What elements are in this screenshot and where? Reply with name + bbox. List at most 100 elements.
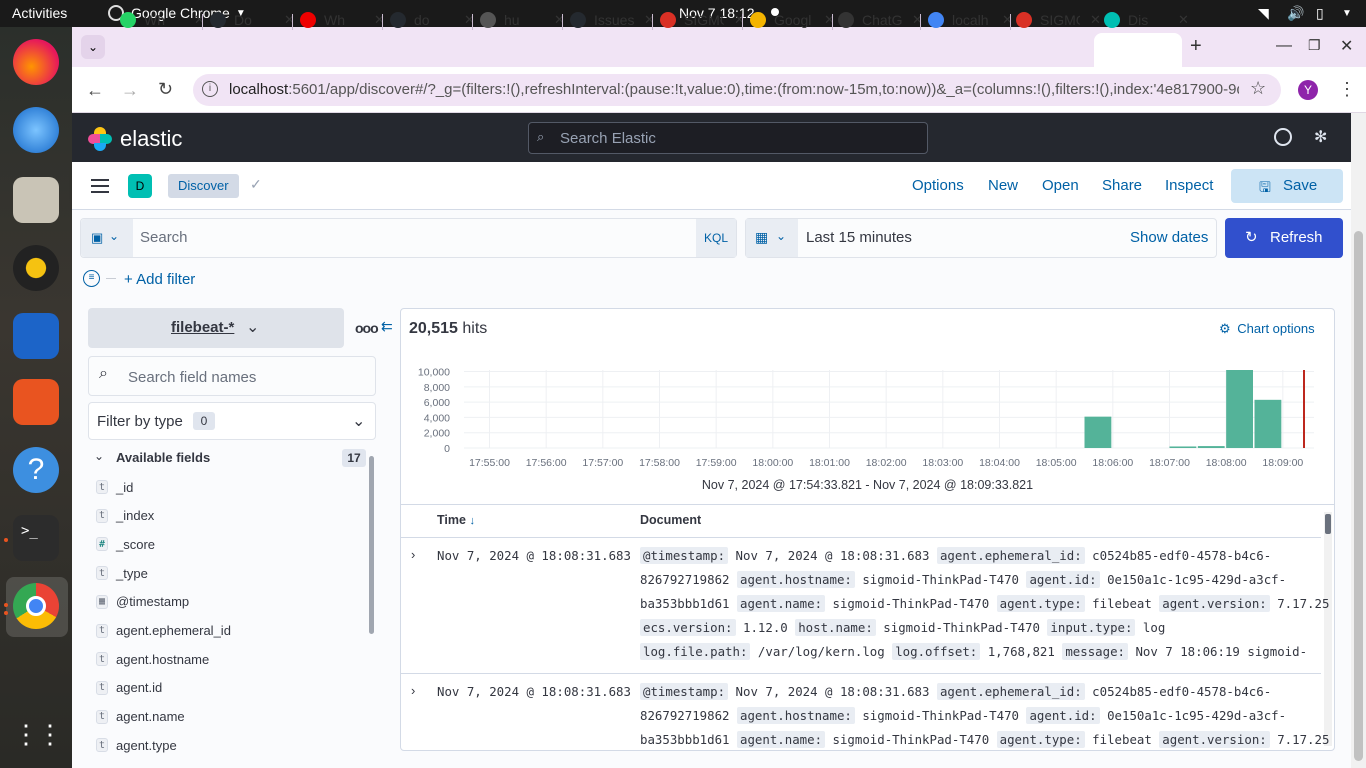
close-tab-icon[interactable]: ✕ <box>644 12 655 28</box>
kql-language-toggle[interactable]: KQL <box>696 219 736 257</box>
browser-tab[interactable]: Wh ✕ <box>300 6 385 34</box>
available-fields-heading[interactable]: Available fields <box>116 450 210 465</box>
field-list-item[interactable]: t _index <box>96 503 154 529</box>
hits-histogram[interactable]: 0 2,000 4,000 6,000 8,000 10,000 17:55:00 17:56… <box>400 355 1330 475</box>
close-tab-icon[interactable]: ✕ <box>554 12 565 28</box>
system-menu-caret-icon[interactable]: ▼ <box>1342 8 1352 19</box>
query-input[interactable]: Search <box>140 229 188 246</box>
field-list-item[interactable]: t agent.ephemeral_id <box>96 618 231 644</box>
field-list-item[interactable]: # _score <box>96 531 155 557</box>
browser-tab[interactable]: Wh ✕ <box>120 6 205 34</box>
saved-query-button[interactable]: ▣ ⌄ <box>81 219 133 257</box>
breadcrumb-discover[interactable]: Discover <box>168 174 239 198</box>
chrome-menu-icon[interactable]: ⋮ <box>1338 79 1356 100</box>
browser-tab[interactable]: hu ✕ <box>480 6 565 34</box>
collapse-sidebar-icon[interactable]: ⇇ <box>381 318 393 335</box>
browser-tab[interactable]: Do ✕ <box>210 6 295 34</box>
close-tab-icon[interactable]: ✕ <box>912 12 923 28</box>
files-icon[interactable] <box>13 177 59 223</box>
inspect-link[interactable]: Inspect <box>1165 177 1213 194</box>
activities-button[interactable]: Activities <box>12 5 67 21</box>
global-search-input[interactable]: ⌕ Search Elastic <box>528 122 928 154</box>
terminal-icon[interactable]: >_ <box>13 515 59 561</box>
chart-options-button[interactable]: ⚙ Chart options <box>1219 321 1315 337</box>
close-tab-icon[interactable]: ✕ <box>374 12 385 28</box>
chrome-icon[interactable] <box>13 583 59 629</box>
expand-row-icon[interactable]: › <box>411 547 415 562</box>
browser-tab[interactable]: ChatG ✕ <box>838 6 923 34</box>
new-link[interactable]: New <box>988 177 1018 194</box>
elastic-logo-icon[interactable] <box>88 127 112 151</box>
close-tab-icon[interactable]: ✕ <box>464 12 475 28</box>
forward-arrow-icon[interactable]: → <box>121 80 139 101</box>
minimize-window-icon[interactable]: — <box>1276 37 1292 55</box>
tab-search-chevron-icon[interactable]: ⌄ <box>81 35 105 59</box>
libreoffice-writer-icon[interactable] <box>13 313 59 359</box>
close-tab-icon[interactable]: ✕ <box>734 12 745 28</box>
wifi-icon[interactable]: ◥ <box>1258 5 1269 22</box>
index-pattern-selector[interactable]: filebeat-* ⌄ <box>88 308 344 348</box>
field-list-item[interactable]: t _id <box>96 474 133 500</box>
close-window-icon[interactable]: ✕ <box>1340 36 1353 56</box>
field-list-item[interactable]: t agent.name <box>96 704 185 730</box>
show-dates-link[interactable]: Show dates <box>1130 229 1208 246</box>
close-tab-icon[interactable]: ✕ <box>284 12 295 28</box>
column-header-time[interactable]: Time ↓ <box>437 513 475 527</box>
thunderbird-icon[interactable] <box>13 107 59 153</box>
maximize-window-icon[interactable]: ❐ <box>1308 37 1321 54</box>
field-list-item[interactable]: t _type <box>96 560 148 586</box>
newsfeed-icon[interactable]: ✻ <box>1314 127 1327 147</box>
chevron-down-icon[interactable]: ⌄ <box>94 449 104 463</box>
space-avatar[interactable]: D <box>128 174 152 198</box>
browser-tab[interactable]: Dis ✕ <box>1104 6 1189 34</box>
browser-tab[interactable]: do ✕ <box>390 6 475 34</box>
profile-avatar[interactable]: Y <box>1298 80 1318 100</box>
field-list-item[interactable]: t agent.hostname <box>96 646 209 672</box>
url-text[interactable]: localhost:5601/app/discover#/?_g=(filter… <box>229 81 1239 98</box>
browser-tab[interactable]: Issues ✕ <box>570 6 655 34</box>
new-tab-plus-icon[interactable]: + <box>1190 35 1202 58</box>
software-center-icon[interactable] <box>13 379 59 425</box>
close-tab-icon[interactable]: ✕ <box>1002 12 1013 28</box>
field-list-item[interactable]: t agent.type <box>96 732 177 758</box>
help-icon[interactable]: ? <box>13 447 59 493</box>
back-arrow-icon[interactable]: ← <box>86 80 104 101</box>
field-list-scrollbar[interactable] <box>369 456 374 634</box>
browser-tab[interactable]: localh ✕ <box>928 6 1013 34</box>
quick-menu-button[interactable]: ▦ ⌄ <box>746 219 798 257</box>
close-tab-icon[interactable]: ✕ <box>1090 12 1101 28</box>
more-options-icon[interactable]: ooo <box>355 320 379 336</box>
browser-tab[interactable]: SIGMO ✕ <box>1016 6 1101 34</box>
site-info-icon[interactable]: i <box>202 81 218 97</box>
browser-tab[interactable]: Googl ✕ <box>750 6 835 34</box>
help-lifebuoy-icon[interactable] <box>1274 128 1292 146</box>
bookmark-star-icon[interactable]: ☆ <box>1250 78 1266 99</box>
volume-icon[interactable]: 🔊 <box>1287 5 1304 22</box>
options-link[interactable]: Options <box>912 177 964 194</box>
page-scrollbar[interactable] <box>1351 113 1366 768</box>
sort-descending-icon[interactable]: ↓ <box>469 515 475 527</box>
field-list-item[interactable]: ▦ @timestamp <box>96 589 189 615</box>
close-tab-icon[interactable]: ✕ <box>194 12 205 28</box>
show-apps-icon[interactable]: ⋮⋮⋮ <box>13 711 87 757</box>
table-scrollbar[interactable] <box>1324 512 1332 746</box>
filter-menu-icon[interactable]: ≡ <box>83 270 100 287</box>
elastic-brand[interactable]: elastic <box>120 126 182 152</box>
add-filter-button[interactable]: + Add filter <box>124 271 195 288</box>
expand-row-icon[interactable]: › <box>411 683 415 698</box>
close-tab-icon[interactable]: ✕ <box>824 12 835 28</box>
save-button[interactable]: 🖫 Save <box>1231 169 1343 203</box>
share-link[interactable]: Share <box>1102 177 1142 194</box>
filter-by-type-button[interactable]: Filter by type 0 ⌄ <box>88 402 376 440</box>
time-range-value[interactable]: Last 15 minutes <box>806 229 912 246</box>
menu-hamburger-icon[interactable] <box>91 179 109 193</box>
rhythmbox-icon[interactable] <box>13 245 59 291</box>
field-list-item[interactable]: t agent.id <box>96 675 162 701</box>
refresh-button[interactable]: ↻ Refresh <box>1225 218 1343 258</box>
field-search-input[interactable]: ⌕ Search field names <box>88 356 376 396</box>
open-link[interactable]: Open <box>1042 177 1079 194</box>
reload-icon[interactable]: ↻ <box>158 79 173 100</box>
close-tab-icon[interactable]: ✕ <box>1178 12 1189 28</box>
battery-icon[interactable]: ▯ <box>1316 5 1324 22</box>
firefox-icon[interactable] <box>13 39 59 85</box>
